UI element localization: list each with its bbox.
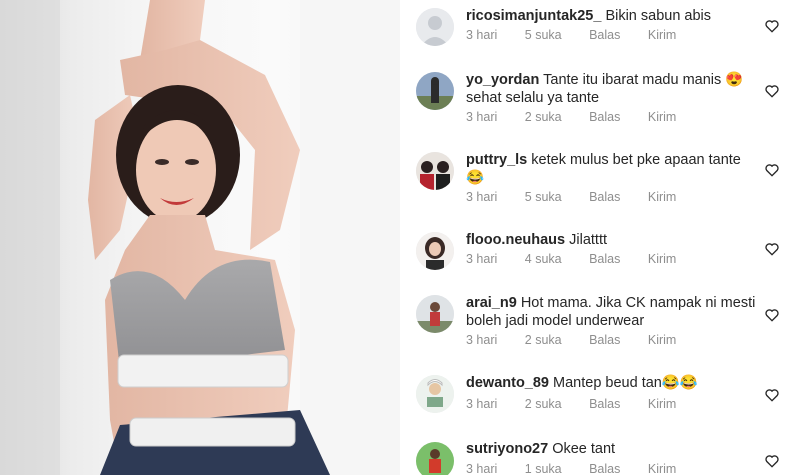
comment-meta: 3 hari 1 suka Balas Kirim (466, 462, 700, 475)
comment-username[interactable]: arai_n9 (466, 295, 517, 311)
user-avatar-icon[interactable] (416, 375, 454, 413)
comment-text: Okee tant (552, 441, 616, 457)
comment-likes[interactable]: 5 suka (525, 190, 562, 204)
comment-time: 3 hari (466, 190, 498, 204)
comment-body: sutriyono27 Okee tant (466, 440, 756, 458)
comment-username[interactable]: yo_yordan (466, 72, 539, 88)
heart-icon[interactable] (764, 162, 780, 178)
comment-username[interactable]: flooo.neuhaus (466, 232, 565, 248)
send-button[interactable]: Kirim (648, 190, 676, 204)
user-avatar-icon[interactable] (416, 232, 454, 270)
comments-panel: ricosimanjuntak25_ Bikin sabun abis 3 ha… (400, 0, 800, 475)
heart-icon[interactable] (764, 18, 780, 34)
reply-button[interactable]: Balas (589, 462, 620, 475)
send-button[interactable]: Kirim (648, 110, 676, 124)
comment-body: arai_n9 Hot mama. Jika CK nampak ni mest… (466, 294, 756, 330)
send-button[interactable]: Kirim (648, 333, 676, 347)
send-button[interactable]: Kirim (648, 462, 676, 475)
reply-button[interactable]: Balas (589, 110, 620, 124)
comment-time: 3 hari (466, 110, 498, 124)
comment-time: 3 hari (466, 252, 498, 266)
comment-meta: 3 hari 5 suka Balas Kirim (466, 190, 700, 204)
heart-icon[interactable] (764, 241, 780, 257)
comment-meta: 3 hari 2 suka Balas Kirim (466, 397, 700, 411)
comment-meta: 3 hari 2 suka Balas Kirim (466, 110, 700, 124)
heart-icon[interactable] (764, 453, 780, 469)
post-image (0, 0, 400, 475)
comment-body: dewanto_89 Mantep beud tan😂😂 (466, 374, 756, 392)
comment-text: Mantep beud tan😂😂 (553, 375, 698, 391)
comment-likes[interactable]: 2 suka (525, 397, 562, 411)
comment-username[interactable]: ricosimanjuntak25_ (466, 8, 601, 24)
post-photo (0, 0, 400, 475)
reply-button[interactable]: Balas (589, 28, 620, 42)
comment-likes[interactable]: 5 suka (525, 28, 562, 42)
comment-likes[interactable]: 2 suka (525, 333, 562, 347)
user-avatar-icon[interactable] (416, 295, 454, 333)
user-avatar-icon[interactable] (416, 72, 454, 110)
comment-username[interactable]: sutriyono27 (466, 441, 548, 457)
reply-button[interactable]: Balas (589, 333, 620, 347)
heart-icon[interactable] (764, 387, 780, 403)
comment-time: 3 hari (466, 462, 498, 475)
comment-body: yo_yordan Tante itu ibarat madu manis 😍 … (466, 71, 756, 107)
default-avatar-icon[interactable] (416, 8, 454, 46)
send-button[interactable]: Kirim (648, 252, 676, 266)
comment-likes[interactable]: 4 suka (525, 252, 562, 266)
comment-username[interactable]: dewanto_89 (466, 375, 549, 391)
comment-meta: 3 hari 4 suka Balas Kirim (466, 252, 700, 266)
comment-likes[interactable]: 2 suka (525, 110, 562, 124)
send-button[interactable]: Kirim (648, 397, 676, 411)
comment-text: Jilatttt (569, 232, 607, 248)
comment-body: puttry_ls ketek mulus bet pke apaan tant… (466, 151, 756, 187)
comment-meta: 3 hari 2 suka Balas Kirim (466, 333, 700, 347)
heart-icon[interactable] (764, 307, 780, 323)
comment-username[interactable]: puttry_ls (466, 152, 527, 168)
comment-body: flooo.neuhaus Jilatttt (466, 231, 756, 249)
comment-time: 3 hari (466, 397, 498, 411)
heart-icon[interactable] (764, 83, 780, 99)
comment-body: ricosimanjuntak25_ Bikin sabun abis (466, 7, 756, 25)
comment-likes[interactable]: 1 suka (525, 462, 562, 475)
comment-meta: 3 hari 5 suka Balas Kirim (466, 28, 700, 42)
reply-button[interactable]: Balas (589, 252, 620, 266)
reply-button[interactable]: Balas (589, 190, 620, 204)
send-button[interactable]: Kirim (648, 28, 676, 42)
comment-time: 3 hari (466, 333, 498, 347)
comment-time: 3 hari (466, 28, 498, 42)
comment-text: Bikin sabun abis (605, 8, 712, 24)
user-avatar-icon[interactable] (416, 152, 454, 190)
reply-button[interactable]: Balas (589, 397, 620, 411)
user-avatar-icon[interactable] (416, 442, 454, 475)
